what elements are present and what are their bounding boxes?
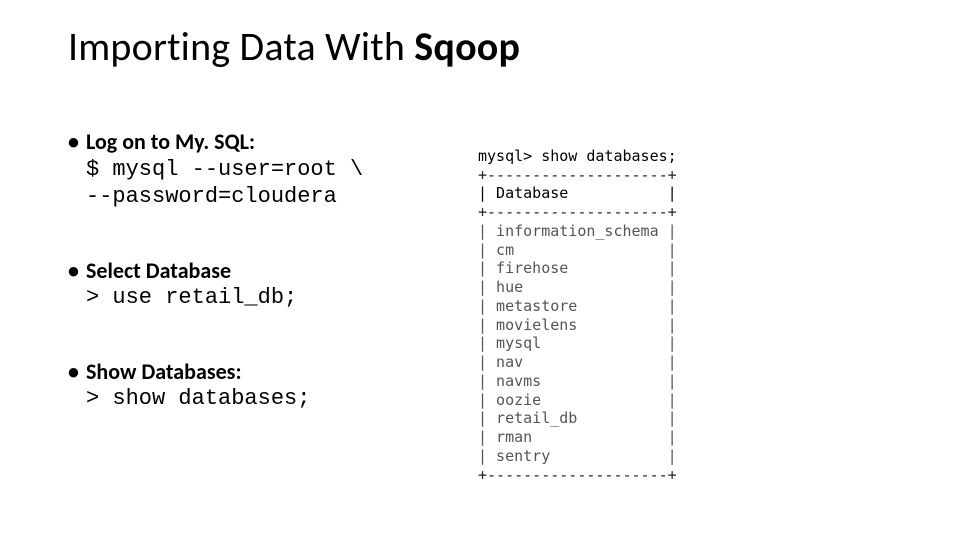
terminal-border: +--------------------+ [478,166,677,184]
terminal-border: +--------------------+ [478,203,677,221]
terminal-row: | navms | [478,372,677,390]
code-block: $ mysql --user=root \ --password=clouder… [86,156,468,211]
bullet-label: Log on to My. SQL: [86,128,255,156]
terminal-row: | metastore | [478,297,677,315]
terminal-header: | Database | [478,184,677,202]
terminal-prompt: mysql> show databases; [478,147,677,165]
bullet-label: Show Databases: [86,358,242,386]
code-block: > show databases; [86,385,468,413]
terminal-row: | information_schema | [478,222,677,240]
code-block: > use retail_db; [86,284,468,312]
title-prefix: Importing Data With [68,22,414,71]
slide: Importing Data With Sqoop • Log on to My… [0,0,960,540]
terminal-row: | rman | [478,428,677,446]
terminal-row: | mysql | [478,334,677,352]
terminal-border: +--------------------+ [478,466,677,484]
bullet-icon: • [68,128,86,156]
bullet-icon: • [68,257,86,285]
bullet-icon: • [68,358,86,386]
bullet-line: • Show Databases: [68,358,468,386]
terminal-row: | hue | [478,278,677,296]
terminal-row: | cm | [478,241,677,259]
list-item: • Log on to My. SQL: $ mysql --user=root… [68,128,468,211]
terminal-output: mysql> show databases; +----------------… [478,128,677,503]
terminal-row: | oozie | [478,391,677,409]
bullet-line: • Select Database [68,257,468,285]
bullet-list: • Log on to My. SQL: $ mysql --user=root… [68,128,468,459]
bullet-line: • Log on to My. SQL: [68,128,468,156]
terminal-row: | retail_db | [478,409,677,427]
list-item: • Show Databases: > show databases; [68,358,468,413]
list-item: • Select Database > use retail_db; [68,257,468,312]
title-bold: Sqoop [414,22,520,71]
terminal-row: | sentry | [478,447,677,465]
terminal-row: | movielens | [478,316,677,334]
bullet-label: Select Database [86,257,231,285]
slide-title: Importing Data With Sqoop [68,22,520,71]
terminal-row: | firehose | [478,259,677,277]
terminal-row: | nav | [478,353,677,371]
